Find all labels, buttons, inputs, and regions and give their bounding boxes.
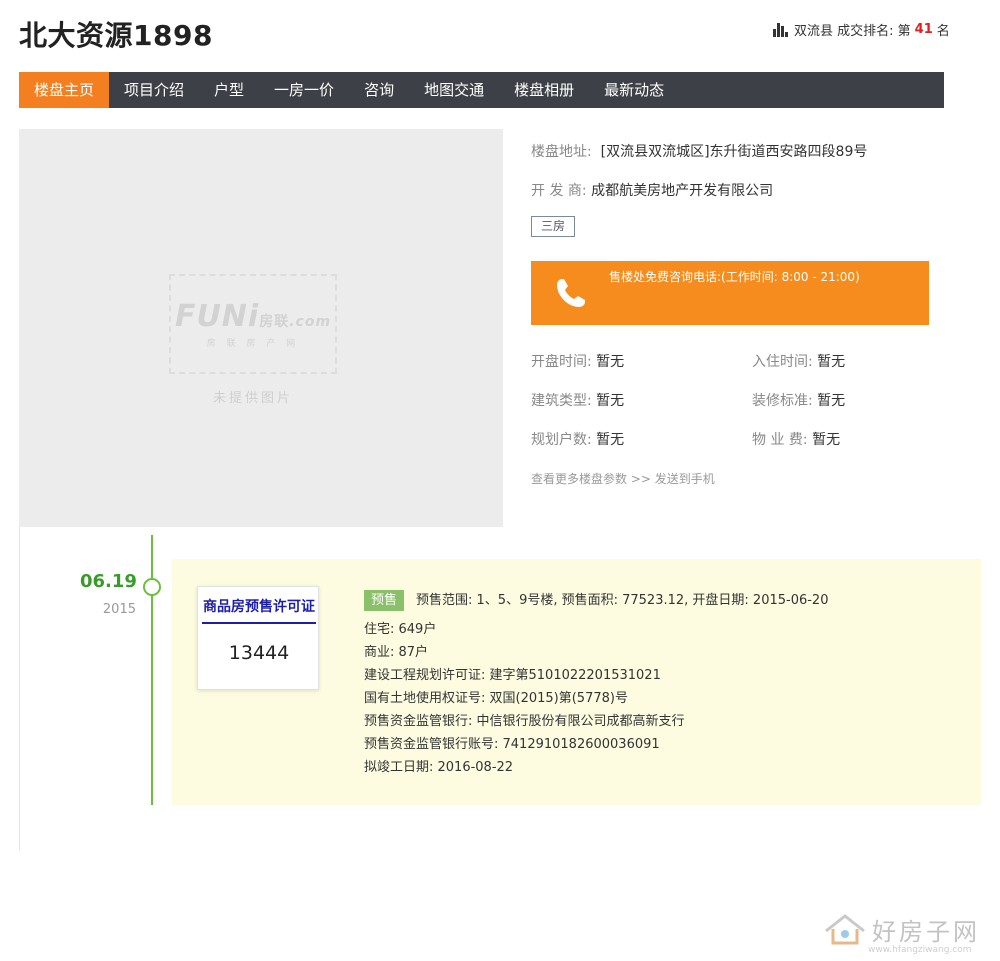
- address-label: 楼盘地址:: [531, 144, 592, 160]
- sales-rank[interactable]: 双流县 成交排名: 第 41 名: [773, 20, 950, 39]
- watermark-text: 好房子网: [872, 918, 980, 946]
- param-open-time: 开盘时间: 暂无: [531, 354, 625, 370]
- nav-album[interactable]: 楼盘相册: [499, 72, 589, 108]
- phone-icon: [557, 279, 585, 307]
- developer-row: 开 发 商: 成都航美房地产开发有限公司: [531, 180, 773, 200]
- param-checkin-time: 入住时间: 暂无: [752, 354, 846, 370]
- nav-map-traffic[interactable]: 地图交通: [409, 72, 499, 108]
- presale-license-card[interactable]: 商品房预售许可证 13444: [197, 586, 319, 690]
- param-decoration: 装修标准: 暂无: [752, 393, 846, 409]
- nav-floor-plans[interactable]: 户型: [199, 72, 259, 108]
- main-nav: 楼盘主页 项目介绍 户型 一房一价 咨询 地图交通 楼盘相册 最新动态: [19, 72, 944, 108]
- presale-event-panel: 商品房预售许可证 13444 预售 预售范围: 1、5、9号楼, 预售面积: 77…: [172, 559, 981, 805]
- nav-home[interactable]: 楼盘主页: [19, 72, 110, 108]
- watermark-url: www.hfangziwang.com: [868, 945, 972, 955]
- planning-permit: 建设工程规划许可证: 建字第5101022201531021: [364, 668, 661, 683]
- send-to-phone-link[interactable]: 发送到手机: [655, 472, 715, 486]
- more-params-row: 查看更多楼盘参数 >> 发送到手机: [531, 470, 715, 487]
- timeline-dot: [143, 578, 161, 596]
- developer-value: 成都航美房地产开发有限公司: [591, 183, 774, 199]
- funi-logo: FUNi房联.com: [174, 299, 332, 334]
- more-params-link[interactable]: 查看更多楼盘参数: [531, 472, 627, 486]
- nav-project-intro[interactable]: 项目介绍: [109, 72, 199, 108]
- param-building-type: 建筑类型: 暂无: [531, 393, 625, 409]
- timeline-date: 06.19: [80, 571, 137, 592]
- land-use-cert: 国有土地使用权证号: 双国(2015)第(5778)号: [364, 691, 628, 706]
- rank-prefix: 双流县 成交排名: 第: [794, 24, 911, 39]
- logo-subtitle: 房 联 房 产 网: [206, 339, 300, 349]
- nav-news[interactable]: 最新动态: [589, 72, 679, 108]
- presale-summary-line: 预售 预售范围: 1、5、9号楼, 预售面积: 77523.12, 开盘日期: 2…: [364, 590, 828, 618]
- address-row: 楼盘地址: [双流县双流城区]东升街道西安路四段89号: [531, 141, 867, 161]
- rank-suffix: 名: [936, 24, 950, 39]
- rank-number: 41: [914, 22, 933, 37]
- property-photo[interactable]: FUNi房联.com 房 联 房 产 网 未提供图片: [19, 129, 503, 527]
- nav-unit-prices[interactable]: 一房一价: [259, 72, 349, 108]
- phone-consult-text: 售楼处免费咨询电话:(工作时间: 8:00 - 21:00): [609, 270, 860, 284]
- address-value: [双流县双流城区]东升街道西安路四段89号: [600, 144, 868, 160]
- page-title: 北大资源1898: [19, 19, 213, 52]
- separator-arrows: >>: [630, 472, 651, 486]
- phone-consult-bar[interactable]: 售楼处免费咨询电话:(工作时间: 8:00 - 21:00): [531, 261, 929, 325]
- no-photo-text: 未提供图片: [212, 391, 293, 406]
- photo-placeholder-logo: FUNi房联.com 房 联 房 产 网: [169, 274, 337, 374]
- timeline-left-border: [19, 527, 20, 850]
- house-logo-icon: [825, 913, 865, 944]
- presale-badge: 预售: [364, 590, 405, 611]
- license-card-title: 商品房预售许可证: [202, 596, 316, 624]
- supervising-bank: 预售资金监管银行: 中信银行股份有限公司成都高新支行: [364, 714, 685, 729]
- timeline-year: 2015: [102, 602, 136, 617]
- bar-chart-icon: [773, 22, 788, 37]
- room-tag: 三房: [531, 216, 576, 237]
- param-property-fee: 物 业 费: 暂无: [752, 432, 841, 448]
- license-card-number: 13444: [228, 642, 290, 664]
- developer-label: 开 发 商:: [531, 183, 587, 199]
- residential-units: 住宅: 649户: [364, 622, 437, 637]
- param-planned-units: 规划户数: 暂无: [531, 432, 625, 448]
- bank-account: 预售资金监管银行账号: 7412910182600036091: [364, 737, 660, 752]
- completion-date: 拟竣工日期: 2016-08-22: [364, 760, 514, 775]
- site-watermark: 好房子网: [824, 912, 980, 947]
- commercial-units: 商业: 87户: [364, 645, 429, 660]
- timeline-line: [151, 535, 153, 805]
- presale-details: 预售 预售范围: 1、5、9号楼, 预售面积: 77523.12, 开盘日期: 2…: [364, 590, 828, 779]
- nav-consult[interactable]: 咨询: [349, 72, 409, 108]
